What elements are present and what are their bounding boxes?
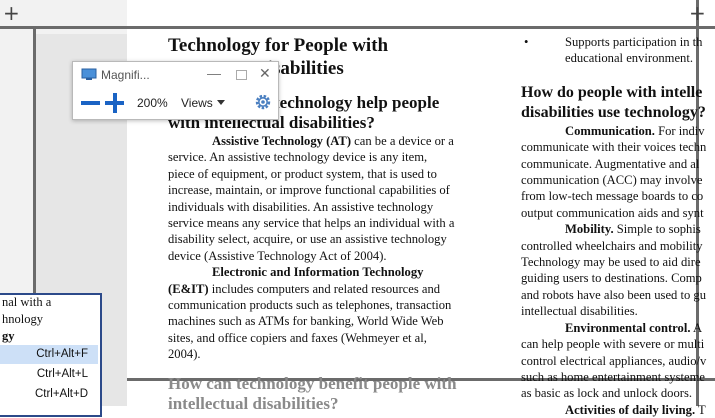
- text-line: controlled wheelchairs and mobility: [521, 238, 703, 253]
- text-line: communicate with their voices techn: [521, 140, 707, 155]
- text-line: communication (ACC) may involve: [521, 173, 703, 188]
- popup-text: gy: [2, 329, 15, 343]
- magnifier-toolbar: 200% Views: [73, 88, 278, 118]
- popup-text: hnology: [2, 312, 43, 326]
- section-heading: intellectual disabilities?: [168, 393, 339, 413]
- section-heading: How do people with intelle: [521, 83, 703, 101]
- menu-item-shortcut: Ctrl+Alt+F: [36, 348, 88, 360]
- document-title-line: Technology for People with: [168, 35, 389, 56]
- text-line: communicate. Augmentative and al: [521, 156, 700, 171]
- close-button[interactable]: ✕: [259, 65, 271, 82]
- paragraph-eit: Electronic and Information Technology (E&…: [168, 264, 478, 362]
- text-line: service. An assistive technology device …: [168, 150, 428, 165]
- text-line: individuals with disabilities. An assist…: [168, 199, 434, 214]
- minus-icon[interactable]: [81, 101, 100, 105]
- menu-item[interactable]: Ctrl+Alt+F: [0, 345, 98, 364]
- text-line: 2004).: [168, 347, 201, 362]
- views-dropdown[interactable]: Views: [181, 96, 213, 110]
- magnifier-window: Magnifi... — ✕ 200% Views: [72, 61, 279, 120]
- text-line: Environmental control. A: [565, 320, 703, 335]
- section-heading: disabilities use technology?: [521, 103, 706, 121]
- text-line: Communication. For indiv: [565, 123, 705, 138]
- lens-frame-top: [0, 26, 715, 29]
- gear-icon[interactable]: [253, 92, 273, 112]
- text-line: increase, maintain, or improve functiona…: [168, 183, 450, 198]
- chevron-down-icon[interactable]: [217, 100, 225, 105]
- maximize-button[interactable]: [236, 70, 247, 80]
- bullet-continuation: educational environment.: [565, 51, 693, 66]
- text-line: Mobility. Simple to sophis: [565, 222, 701, 237]
- popup-text: nal with a: [2, 295, 52, 309]
- menu-item[interactable]: Ctrl+Alt+L: [0, 365, 98, 384]
- lens-corner-plus-icon: +: [689, 1, 706, 25]
- context-popup: nal with a hnology gy Ctrl+Alt+F Ctrl+Alt…: [0, 293, 102, 417]
- text-line: piece of equipment, or product system, t…: [168, 166, 437, 181]
- text-line: can help people with severe or multi: [521, 337, 705, 352]
- text-line: and robots have also been used to gu: [521, 287, 707, 302]
- text-line: (E&IT) includes computers and related re…: [168, 281, 441, 296]
- zoom-level: 200%: [137, 96, 168, 110]
- text-line: device (Assistive Technology Act of 2004…: [168, 248, 387, 263]
- lens-corner-plus-icon: +: [3, 1, 20, 25]
- text-line: communication products such as telephone…: [168, 298, 452, 313]
- minimize-button[interactable]: —: [207, 65, 221, 81]
- paragraph-assistive-technology: Assistive Technology (AT) can be a devic…: [168, 133, 478, 264]
- text-line: Activities of daily living. T: [565, 402, 706, 417]
- text-line: control electrical appliances, audio/v: [521, 353, 707, 368]
- document-column-right: • Supports participation in th education…: [521, 34, 715, 418]
- magnifier-app-icon: [81, 68, 97, 80]
- text-line: Assistive Technology (AT) can be a devic…: [212, 134, 454, 148]
- menu-item-shortcut: Ctrl+Alt+D: [34, 388, 88, 400]
- text-line: disability select, acquire, or use an as…: [168, 232, 447, 247]
- text-line: guiding users to destinations. Comp: [521, 271, 702, 286]
- text-line: machines such as ATMs for banking, World…: [168, 314, 444, 329]
- section-heading: How can technology benefit people with: [168, 373, 457, 393]
- bullet-item: • Supports participation in th: [524, 35, 703, 49]
- text-line: such as home entertainment systeme: [521, 369, 705, 384]
- text-line: Technology may be used to aid dire: [521, 255, 701, 270]
- paragraph-uses: Communication. For indiv communicate with…: [521, 123, 715, 418]
- text-line: service means any service that helps an …: [168, 216, 455, 231]
- text-line: as basic as lock and unlock doors.: [521, 386, 693, 401]
- magnifier-titlebar[interactable]: Magnifi... — ✕: [73, 62, 278, 88]
- text-line: output communication aids and synt: [521, 205, 704, 220]
- magnifier-title: Magnifi...: [101, 68, 150, 82]
- text-line: sites, and office copiers and faxes (Weh…: [168, 330, 427, 345]
- text-line: from low-tech message boards to co: [521, 189, 704, 204]
- bullet-icon: •: [524, 35, 529, 49]
- text-line: Electronic and Information Technology: [212, 265, 424, 280]
- menu-item-shortcut: Ctrl+Alt+L: [36, 368, 88, 380]
- text-line: intellectual disabilities.: [521, 304, 638, 319]
- menu-item[interactable]: Ctrl+Alt+D: [0, 385, 98, 404]
